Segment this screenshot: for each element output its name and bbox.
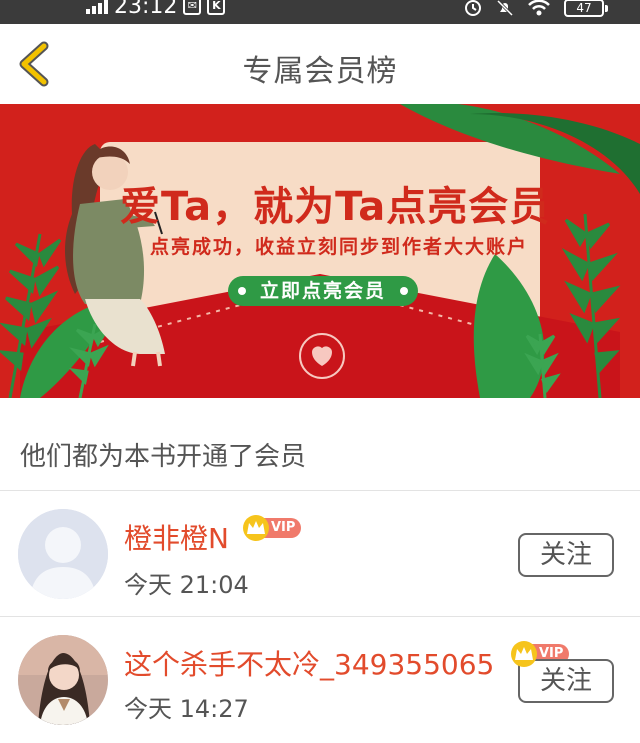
member-time: 今天 21:04 (124, 571, 249, 599)
banner-title: 爱Ta，就为Ta点亮会员 (120, 184, 551, 230)
alarm-icon (465, 0, 481, 16)
status-right: 47 (464, 0, 608, 20)
section-title: 他们都为本书开通了会员 (20, 442, 307, 472)
crown-icon (511, 641, 537, 667)
member-name[interactable]: 这个杀手不太冷_349355065 (124, 643, 494, 683)
member-row[interactable]: 这个杀手不太冷_349355065 VIP 今天 14:27 关注 (0, 617, 640, 743)
battery-icon: 47 (564, 0, 608, 17)
avatar[interactable] (18, 509, 108, 599)
vip-badge: VIP (243, 515, 302, 541)
page-title: 专属会员榜 (242, 54, 398, 89)
default-avatar-icon (18, 509, 108, 599)
status-time: 23:12 (114, 0, 178, 19)
banner-subtitle: 点亮成功，收益立刻同步到作者大大账户 (150, 236, 529, 258)
nav-bar: 专属会员榜 (0, 24, 640, 104)
avatar[interactable] (18, 635, 108, 725)
member-time: 今天 14:27 (124, 695, 249, 723)
status-bar: 23:12 ✉ K 47 (0, 0, 640, 24)
follow-button[interactable]: 关注 (518, 533, 614, 577)
promo-banner[interactable]: 爱Ta，就为Ta点亮会员 点亮成功，收益立刻同步到作者大大账户 立即点亮会员 (0, 104, 640, 398)
mute-icon (496, 0, 514, 17)
member-name[interactable]: 橙非橙N (124, 517, 229, 557)
light-up-member-button[interactable]: 立即点亮会员 (228, 276, 418, 306)
crown-icon (243, 515, 269, 541)
notification-icon: ✉ (183, 0, 202, 15)
app-notification-icon: K (207, 0, 226, 15)
status-left: 23:12 ✉ K (86, 0, 226, 19)
follow-button[interactable]: 关注 (518, 659, 614, 703)
signal-icon (86, 0, 108, 14)
member-row[interactable]: 橙非橙N VIP 今天 21:04 关注 (0, 491, 640, 617)
wifi-icon (528, 0, 550, 16)
user-photo-avatar (18, 635, 108, 725)
